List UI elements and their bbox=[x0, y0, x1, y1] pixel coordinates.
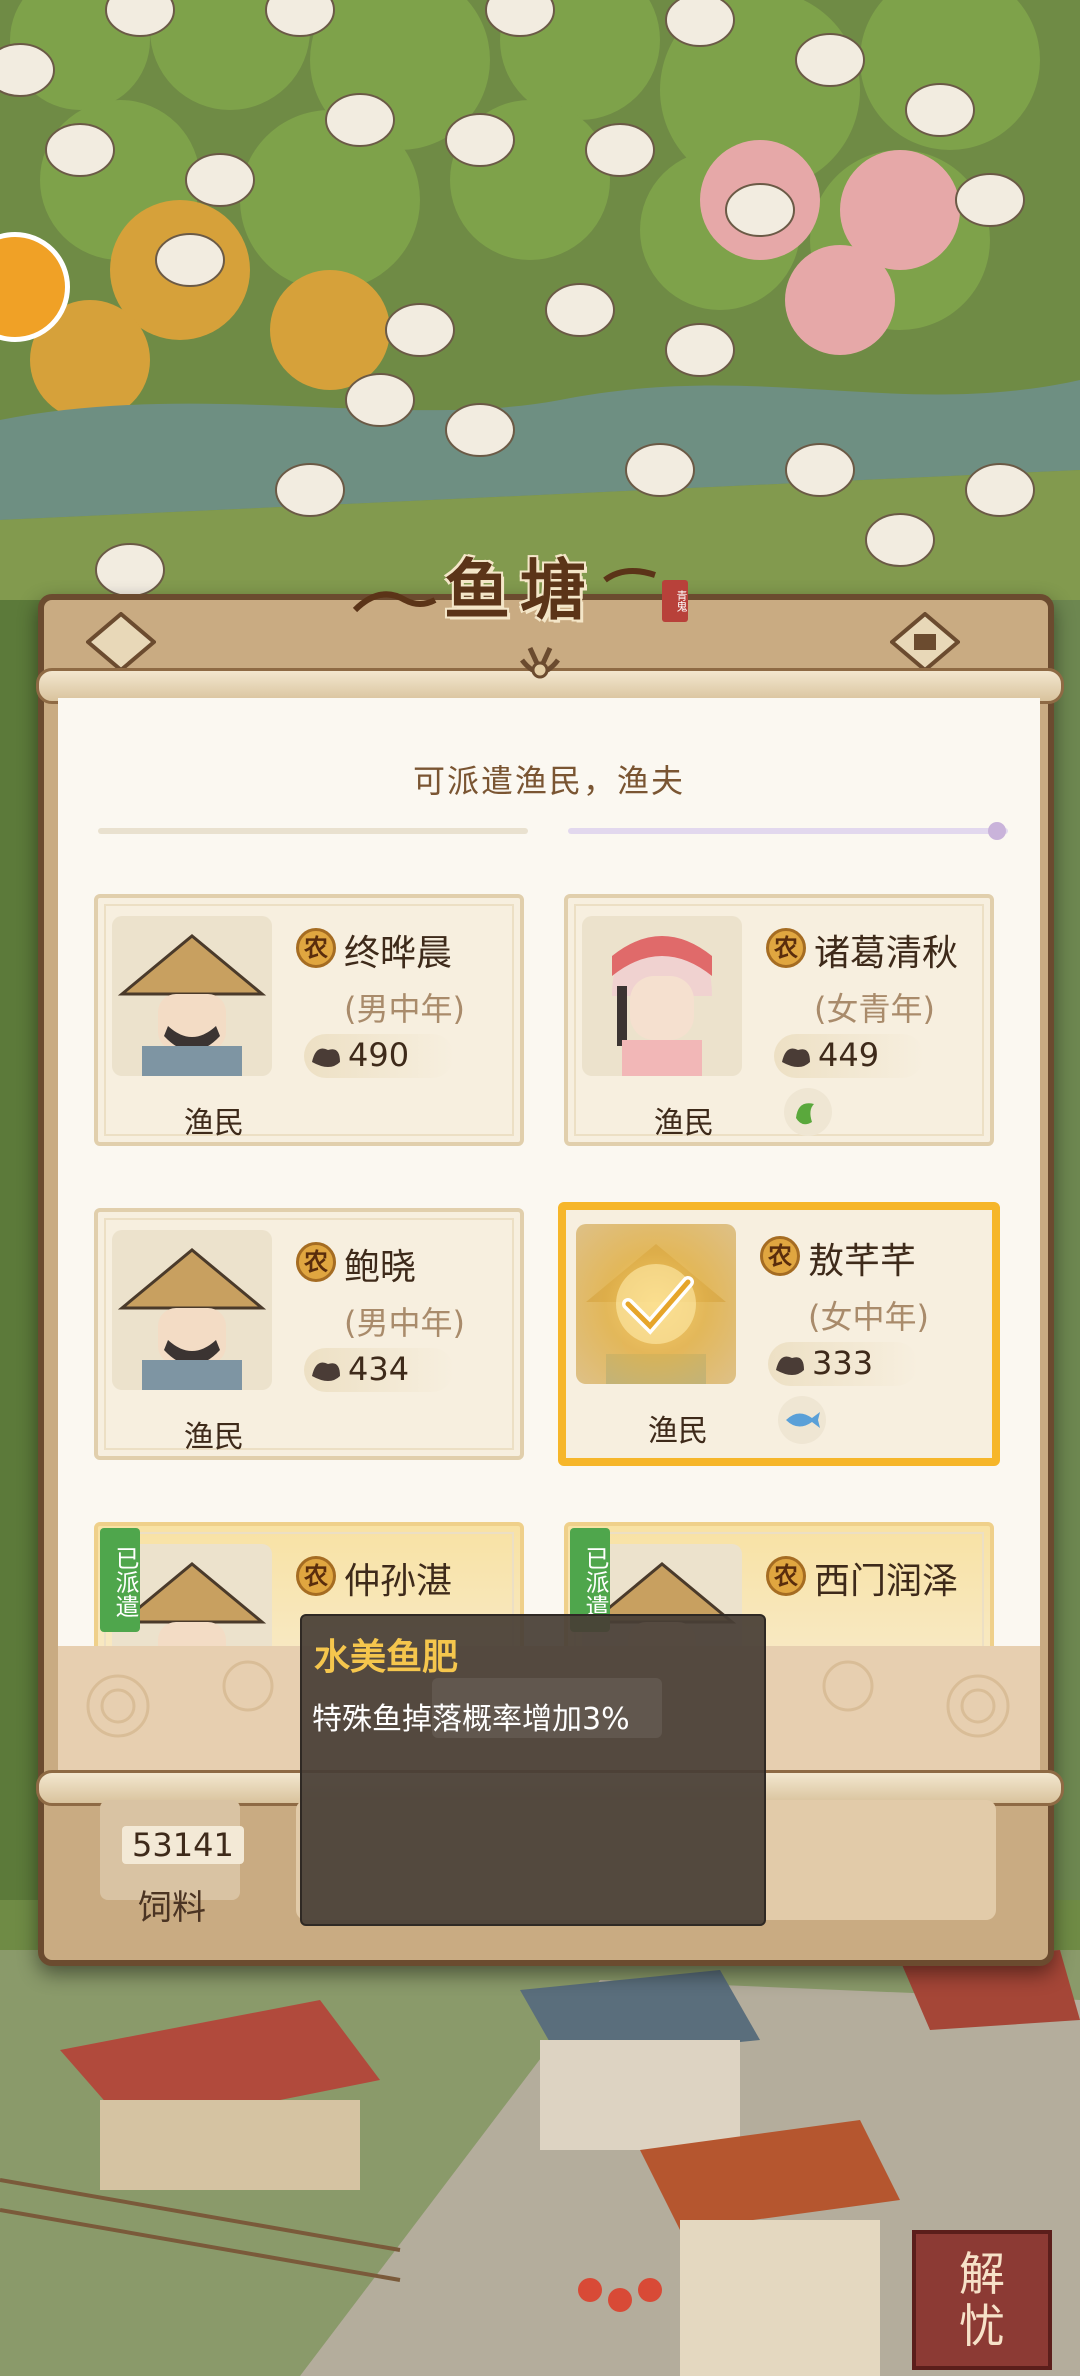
tooltip-title: 水美鱼肥 bbox=[314, 1637, 459, 1678]
trait-tooltip: 水美鱼肥 特殊鱼掉落概率增加3% bbox=[300, 1614, 766, 1926]
worker-portrait bbox=[112, 1230, 272, 1390]
farmer-badge: 农 bbox=[296, 1242, 336, 1282]
farmer-badge: 农 bbox=[296, 1556, 336, 1596]
worker-role: 渔民 bbox=[654, 1106, 714, 1141]
dialog-title-plaque: 鱼塘 青鬼 bbox=[352, 530, 688, 640]
worker-power: 434 bbox=[304, 1348, 454, 1392]
worker-name: 仲孙湛 bbox=[344, 1561, 453, 1602]
worker-card-selected[interactable]: 农 敖芊芊 (女中年) 333 渔民 bbox=[558, 1202, 1000, 1466]
divider bbox=[568, 828, 1008, 834]
fisherman-avatar-icon bbox=[117, 934, 267, 1076]
worker-age-gender: (女青年) bbox=[814, 990, 935, 1028]
strength-icon bbox=[782, 1048, 810, 1067]
worker-card[interactable]: 农 诸葛清秋 (女青年) 449 渔民 bbox=[564, 894, 994, 1146]
dialog-title: 鱼塘 bbox=[444, 551, 596, 629]
worry-relief-button[interactable]: 解 忧 bbox=[912, 2230, 1052, 2370]
worker-portrait bbox=[582, 916, 742, 1076]
checkmark-icon bbox=[616, 1264, 696, 1344]
selected-overlay bbox=[576, 1224, 736, 1384]
feed-label: 饲料 bbox=[138, 1888, 206, 1928]
worker-age-gender: (男中年) bbox=[344, 1304, 465, 1342]
divider-ornament bbox=[988, 822, 1006, 840]
cloud-swirl-icon bbox=[352, 591, 437, 613]
worker-name: 诸葛清秋 bbox=[814, 933, 959, 974]
tooltip-description: 特殊鱼掉落概率增加3% bbox=[312, 1702, 630, 1737]
divider bbox=[98, 828, 528, 834]
blue-fish-icon[interactable] bbox=[778, 1396, 826, 1444]
worker-power: 490 bbox=[304, 1034, 454, 1078]
worker-portrait bbox=[112, 916, 272, 1076]
worker-age-gender: (男中年) bbox=[344, 990, 465, 1028]
strength-icon bbox=[312, 1362, 340, 1381]
dispatched-tag: 已派遣 bbox=[100, 1528, 140, 1632]
worker-card[interactable]: 农 鲍晓 (男中年) 434 渔民 bbox=[94, 1208, 524, 1460]
cloud-swirl-icon bbox=[603, 568, 656, 583]
worker-name: 鲍晓 bbox=[344, 1247, 417, 1288]
worker-card[interactable]: 农 终晔晨 (男中年) 490 渔民 bbox=[94, 894, 524, 1146]
knot-ornament-icon bbox=[520, 646, 560, 679]
feed-count: 53141 bbox=[122, 1826, 244, 1864]
fisherwoman-avatar-icon bbox=[612, 936, 712, 1076]
strength-icon bbox=[312, 1048, 340, 1067]
farmer-badge: 农 bbox=[760, 1236, 800, 1276]
green-leaf-icon[interactable] bbox=[784, 1088, 832, 1136]
farmer-badge: 农 bbox=[296, 928, 336, 968]
worker-role: 渔民 bbox=[184, 1420, 244, 1455]
farmer-badge: 农 bbox=[766, 1556, 806, 1596]
worker-role: 渔民 bbox=[648, 1414, 708, 1449]
worker-role: 渔民 bbox=[184, 1106, 244, 1141]
dispatch-hint: 可派遣渔民，渔夫 bbox=[412, 762, 685, 800]
worker-age-gender: (女中年) bbox=[808, 1298, 929, 1336]
worker-name: 西门润泽 bbox=[814, 1561, 959, 1602]
farmer-badge: 农 bbox=[766, 928, 806, 968]
title-seal-stamp: 青鬼 bbox=[662, 580, 688, 622]
help-corner-icon[interactable] bbox=[86, 612, 156, 672]
info-corner-icon[interactable] bbox=[890, 612, 960, 672]
worker-name: 敖芊芊 bbox=[808, 1241, 917, 1282]
strength-icon bbox=[776, 1356, 804, 1375]
worker-list-panel[interactable]: 可派遣渔民，渔夫 农 终晔晨 (男中年) 490 渔民 农 诸葛清秋 (女青年)… bbox=[58, 698, 1040, 1646]
worker-power: 333 bbox=[768, 1342, 918, 1386]
fisherman-avatar-icon bbox=[117, 1248, 267, 1390]
worker-power: 449 bbox=[774, 1034, 924, 1078]
worker-name: 终晔晨 bbox=[344, 933, 453, 974]
